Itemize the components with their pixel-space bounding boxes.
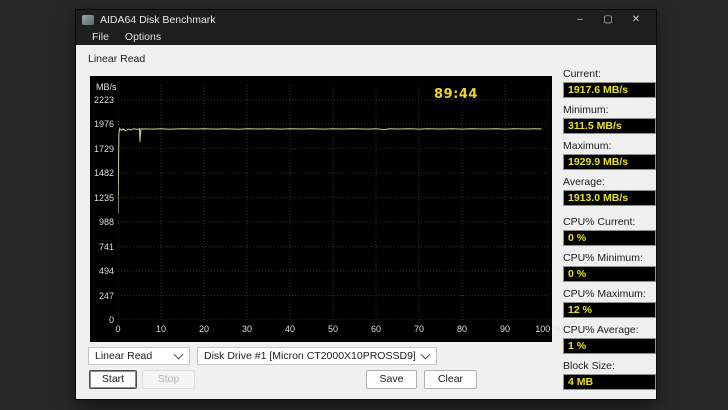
menu-file[interactable]: File	[84, 29, 117, 45]
x-tick-label: 20	[198, 324, 209, 334]
stat-label: CPU% Minimum:	[563, 252, 643, 264]
start-button[interactable]: Start	[89, 370, 137, 389]
stat-value: 1917.6 MB/s	[563, 82, 656, 98]
menu-options[interactable]: Options	[117, 29, 169, 45]
save-button[interactable]: Save	[366, 370, 417, 389]
x-tick-label: 70	[413, 324, 424, 334]
y-tick-label: 494	[98, 266, 114, 277]
window-title: AIDA64 Disk Benchmark	[100, 13, 216, 26]
benchmark-type-value: Linear Read	[95, 350, 153, 362]
x-tick-label: 100 %	[535, 324, 561, 334]
stat-value: 1 %	[563, 338, 656, 354]
stat-label: CPU% Maximum:	[563, 288, 646, 300]
x-tick-label: 0	[115, 324, 121, 334]
stat-value: 311.5 MB/s	[563, 118, 656, 134]
y-tick-label: 741	[98, 241, 114, 252]
y-tick-label: 1482	[93, 168, 114, 179]
y-axis-unit-label: MB/s	[96, 82, 117, 92]
stat-label: CPU% Average:	[563, 324, 639, 336]
stat-item: CPU% Minimum: 0 %	[563, 252, 656, 282]
benchmark-line	[118, 127, 542, 214]
stat-item: Average: 1913.0 MB/s	[563, 176, 656, 206]
stat-label: CPU% Current:	[563, 216, 636, 228]
y-tick-label: 1729	[93, 143, 114, 154]
benchmark-chart: MB/s 2223 1976 1729 1482 1235 988 741 494 247 0 8…	[90, 76, 561, 342]
stop-button[interactable]: Stop	[142, 370, 195, 389]
chevron-down-icon	[173, 349, 184, 360]
menu-bar: File Options	[76, 29, 656, 45]
disk-drive-select[interactable]: Disk Drive #1 [Micron CT2000X10PROSSD9] …	[197, 347, 437, 365]
chevron-down-icon	[420, 349, 431, 360]
stat-label: Block Size:	[563, 360, 615, 372]
x-tick-label: 30	[241, 324, 252, 334]
stat-value: 1913.0 MB/s	[563, 190, 656, 206]
stat-label: Minimum:	[563, 104, 609, 116]
stat-value: 4 MB	[563, 374, 656, 390]
stat-item: Maximum: 1929.9 MB/s	[563, 140, 656, 170]
stat-label: Average:	[563, 176, 605, 188]
tab-linear-read[interactable]: Linear Read	[88, 53, 145, 65]
stat-item: Block Size: 4 MB	[563, 360, 656, 390]
stat-value: 12 %	[563, 302, 656, 318]
stat-item: CPU% Average: 1 %	[563, 324, 656, 354]
title-bar: AIDA64 Disk Benchmark – ▢ ✕	[76, 10, 656, 29]
close-icon[interactable]: ✕	[622, 10, 650, 29]
stat-item: Minimum: 311.5 MB/s	[563, 104, 656, 134]
y-tick-label: 1976	[93, 119, 114, 130]
y-tick-label: 988	[98, 217, 114, 228]
stat-item: CPU% Maximum: 12 %	[563, 288, 656, 318]
window-controls: – ▢ ✕	[566, 10, 650, 29]
clear-button[interactable]: Clear	[424, 370, 477, 389]
disk-drive-value: Disk Drive #1 [Micron CT2000X10PROSSD9] …	[204, 350, 418, 362]
maximize-icon[interactable]: ▢	[594, 10, 622, 29]
stat-item: CPU% Current: 0 %	[563, 216, 656, 246]
x-tick-label: 80	[456, 324, 467, 334]
x-tick-label: 60	[370, 324, 381, 334]
stat-item: Current: 1917.6 MB/s	[563, 68, 656, 98]
window-content: Linear Read MB/s 2223 1976 1729 1482 1235 988…	[76, 45, 656, 399]
x-tick-label: 40	[284, 324, 295, 334]
x-tick-label: 90	[499, 324, 510, 334]
y-tick-label: 1235	[93, 192, 114, 203]
stat-value: 1929.9 MB/s	[563, 154, 656, 170]
stat-label: Maximum:	[563, 140, 612, 152]
minimize-icon[interactable]: –	[566, 10, 594, 29]
plot-area	[118, 85, 548, 320]
app-icon	[82, 14, 94, 25]
x-tick-label: 10	[155, 324, 166, 334]
stat-value: 0 %	[563, 230, 656, 246]
elapsed-time: 89:44	[434, 87, 478, 102]
y-tick-label: 247	[98, 290, 114, 301]
desktop-background: AIDA64 Disk Benchmark – ▢ ✕ File Options…	[0, 0, 728, 410]
stat-value: 0 %	[563, 266, 656, 282]
y-tick-label: 2223	[93, 94, 114, 105]
x-tick-label: 50	[327, 324, 338, 334]
stats-panel: Current: 1917.6 MB/s Minimum: 311.5 MB/s Max…	[563, 68, 656, 396]
aida64-disk-benchmark-window: AIDA64 Disk Benchmark – ▢ ✕ File Options…	[76, 10, 656, 399]
benchmark-type-select[interactable]: Linear Read	[88, 347, 190, 365]
stat-label: Current:	[563, 68, 601, 80]
